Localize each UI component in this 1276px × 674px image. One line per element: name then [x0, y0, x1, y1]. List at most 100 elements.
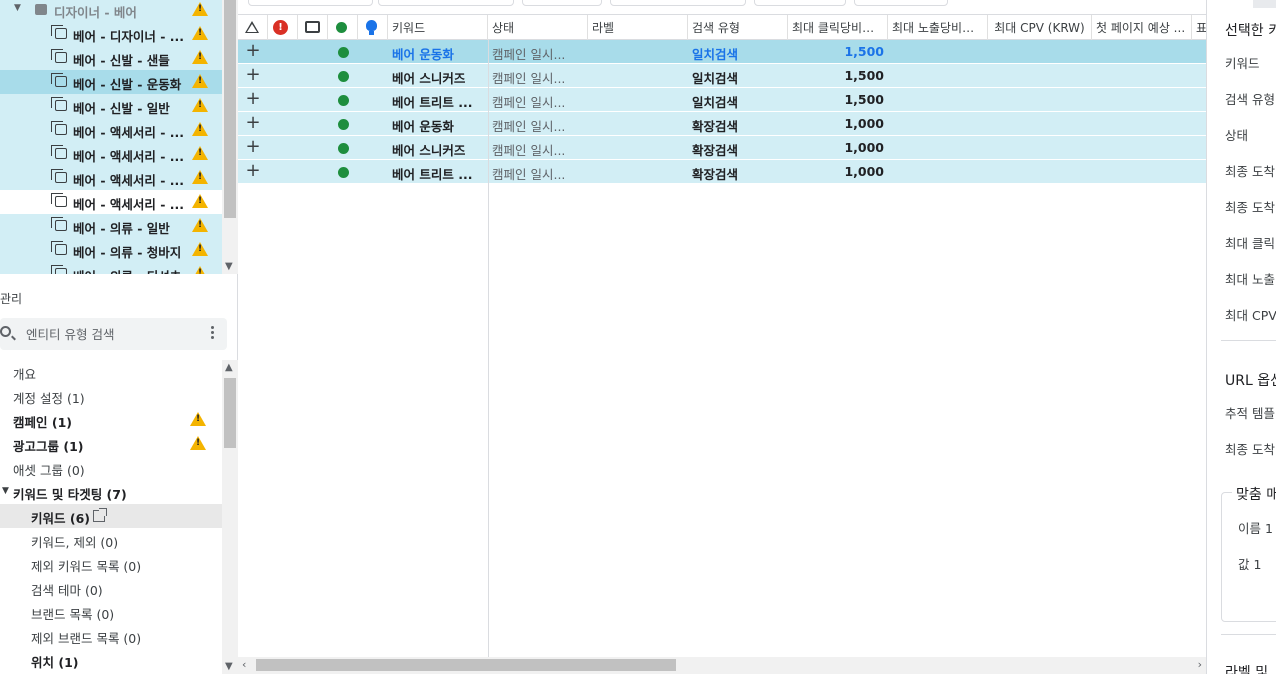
- add-icon[interactable]: +: [238, 88, 268, 112]
- management-scrollbar[interactable]: ▲ ▼: [222, 360, 238, 674]
- entity-search-input[interactable]: [26, 324, 196, 344]
- col-header-comments[interactable]: [298, 15, 328, 40]
- mgmt-item-negative-brand-lists[interactable]: 제외 브랜드 목록 (0): [0, 624, 222, 648]
- keyword-cell[interactable]: 베어 운동화: [388, 112, 484, 136]
- col-header-extra[interactable]: 표: [1192, 15, 1206, 40]
- label-cell[interactable]: [588, 160, 684, 184]
- scroll-down-arrow-icon[interactable]: ▼: [225, 261, 233, 272]
- max-cpc-cell[interactable]: 1,500: [788, 64, 888, 88]
- label-cell[interactable]: [588, 88, 684, 112]
- scroll-right-arrow-icon[interactable]: ›: [1198, 658, 1202, 671]
- col-header-label[interactable]: 라벨: [588, 15, 688, 40]
- tree-adgroup-row[interactable]: 베어 - 액세서리 - ...: [0, 166, 222, 190]
- status-cell[interactable]: 캠페인 일시...: [488, 88, 584, 112]
- status-cell[interactable]: 캠페인 일시...: [488, 40, 584, 64]
- scrollbar-thumb[interactable]: [256, 659, 676, 671]
- tree-adgroup-row[interactable]: 베어 - 의류 - 티셔츠: [0, 262, 222, 274]
- grid-horizontal-scrollbar[interactable]: ‹ ›: [238, 657, 1206, 674]
- keyword-cell[interactable]: 베어 트리트 ...: [388, 160, 484, 184]
- keyword-cell[interactable]: 베어 트리트 ...: [388, 88, 484, 112]
- label-cell[interactable]: [588, 112, 684, 136]
- more-vert-icon[interactable]: [211, 326, 215, 342]
- tree-scrollbar[interactable]: ▼: [222, 0, 238, 274]
- toolbar-button[interactable]: [248, 0, 373, 6]
- col-header-status-dot[interactable]: [328, 15, 358, 40]
- mgmt-item-negative-keywords[interactable]: 키워드, 제외 (0): [0, 528, 222, 552]
- col-header-status[interactable]: 상태: [488, 15, 588, 40]
- mgmt-item-keywords-targeting[interactable]: ▼ 키워드 및 타겟팅 (7): [0, 480, 222, 504]
- keyword-cell[interactable]: 베어 스니커즈: [388, 64, 484, 88]
- toolbar-button[interactable]: [754, 0, 846, 6]
- mgmt-item-account-settings[interactable]: 계정 설정 (1): [0, 384, 222, 408]
- match-type-cell[interactable]: 일치검색: [688, 64, 784, 88]
- max-cpc-cell[interactable]: 1,000: [788, 136, 888, 160]
- tree-adgroup-row[interactable]: 베어 - 액세서리 - ...: [0, 118, 222, 142]
- mgmt-item-keywords[interactable]: 키워드 (6): [0, 504, 222, 528]
- tree-campaign-row[interactable]: ▼ 디자이너 - 베어: [0, 0, 222, 22]
- label-cell[interactable]: [588, 136, 684, 160]
- col-header-max-cpm[interactable]: 최대 노출당비용...: [888, 15, 988, 40]
- add-icon[interactable]: +: [238, 64, 268, 88]
- table-row[interactable]: + 베어 스니커즈 캠페인 일시... 일치검색 1,500: [238, 64, 1206, 88]
- scrollbar-thumb[interactable]: [224, 378, 236, 448]
- tree-adgroup-row[interactable]: 베어 - 신발 - 일반: [0, 94, 222, 118]
- toolbar-button[interactable]: [610, 0, 746, 6]
- mgmt-item-campaigns[interactable]: 캠페인 (1): [0, 408, 222, 432]
- table-row[interactable]: + 베어 운동화 캠페인 일시... 일치검색 1,500: [238, 40, 1206, 64]
- add-icon[interactable]: +: [238, 40, 268, 64]
- max-cpc-cell[interactable]: 1,500: [788, 88, 888, 112]
- scroll-down-arrow-icon[interactable]: ▼: [225, 661, 233, 672]
- add-icon[interactable]: +: [238, 160, 268, 184]
- status-cell[interactable]: 캠페인 일시...: [488, 112, 584, 136]
- mgmt-item-negative-keyword-lists[interactable]: 제외 키워드 목록 (0): [0, 552, 222, 576]
- max-cpc-cell[interactable]: 1,000: [788, 160, 888, 184]
- mgmt-item-asset-groups[interactable]: 애셋 그룹 (0): [0, 456, 222, 480]
- scroll-up-arrow-icon[interactable]: ▲: [225, 362, 233, 373]
- open-external-icon[interactable]: [93, 508, 107, 522]
- match-type-cell[interactable]: 확장검색: [688, 160, 784, 184]
- add-icon[interactable]: +: [238, 112, 268, 136]
- col-header-recommendations[interactable]: [358, 15, 388, 40]
- entity-search-box[interactable]: [0, 318, 227, 350]
- status-cell[interactable]: 캠페인 일시...: [488, 160, 584, 184]
- tree-adgroup-row[interactable]: 베어 - 디자이너 - ...: [0, 22, 222, 46]
- match-type-cell[interactable]: 일치검색: [688, 40, 784, 64]
- keyword-cell[interactable]: 베어 스니커즈: [388, 136, 484, 160]
- status-cell[interactable]: 캠페인 일시...: [488, 136, 584, 160]
- match-type-cell[interactable]: 확장검색: [688, 112, 784, 136]
- tree-adgroup-row-selected[interactable]: 베어 - 신발 - 운동화: [0, 70, 222, 94]
- keyword-cell[interactable]: 베어 운동화: [388, 40, 484, 64]
- match-type-cell[interactable]: 확장검색: [688, 136, 784, 160]
- mgmt-item-adgroups[interactable]: 광고그룹 (1): [0, 432, 222, 456]
- col-header-max-cpv[interactable]: 최대 CPV (KRW): [988, 15, 1092, 40]
- toolbar-button[interactable]: [854, 0, 948, 6]
- mgmt-item-locations[interactable]: 위치 (1): [0, 648, 222, 672]
- col-header-keyword[interactable]: 키워드: [388, 15, 488, 40]
- tree-adgroup-row[interactable]: 베어 - 액세서리 - ...: [0, 142, 222, 166]
- table-row[interactable]: + 베어 트리트 ... 캠페인 일시... 일치검색 1,500: [238, 88, 1206, 112]
- col-header-match-type[interactable]: 검색 유형: [688, 15, 788, 40]
- panel-tab[interactable]: [1253, 0, 1276, 8]
- mgmt-item-overview[interactable]: 개요: [0, 360, 222, 384]
- col-header-warnings[interactable]: [238, 15, 268, 40]
- col-header-errors[interactable]: !: [268, 15, 298, 40]
- label-cell[interactable]: [588, 40, 684, 64]
- table-row[interactable]: + 베어 운동화 캠페인 일시... 확장검색 1,000: [238, 112, 1206, 136]
- table-row[interactable]: + 베어 스니커즈 캠페인 일시... 확장검색 1,000: [238, 136, 1206, 160]
- max-cpc-cell[interactable]: 1,500: [788, 40, 888, 64]
- label-cell[interactable]: [588, 64, 684, 88]
- status-cell[interactable]: 캠페인 일시...: [488, 64, 584, 88]
- toolbar-button[interactable]: [522, 0, 602, 6]
- mgmt-item-brand-lists[interactable]: 브랜드 목록 (0): [0, 600, 222, 624]
- scrollbar-thumb[interactable]: [224, 0, 236, 218]
- tree-adgroup-row[interactable]: 베어 - 의류 - 일반: [0, 214, 222, 238]
- tree-adgroup-row[interactable]: 베어 - 액세서리 - ...: [0, 190, 222, 214]
- match-type-cell[interactable]: 일치검색: [688, 88, 784, 112]
- tree-adgroup-row[interactable]: 베어 - 신발 - 샌들: [0, 46, 222, 70]
- add-icon[interactable]: +: [238, 136, 268, 160]
- table-row[interactable]: + 베어 트리트 ... 캠페인 일시... 확장검색 1,000: [238, 160, 1206, 184]
- collapse-caret-icon[interactable]: ▼: [14, 3, 21, 13]
- col-header-max-cpc[interactable]: 최대 클릭당비용...: [788, 15, 888, 40]
- expand-caret-icon[interactable]: ▼: [2, 486, 9, 496]
- scroll-left-arrow-icon[interactable]: ‹: [242, 658, 246, 671]
